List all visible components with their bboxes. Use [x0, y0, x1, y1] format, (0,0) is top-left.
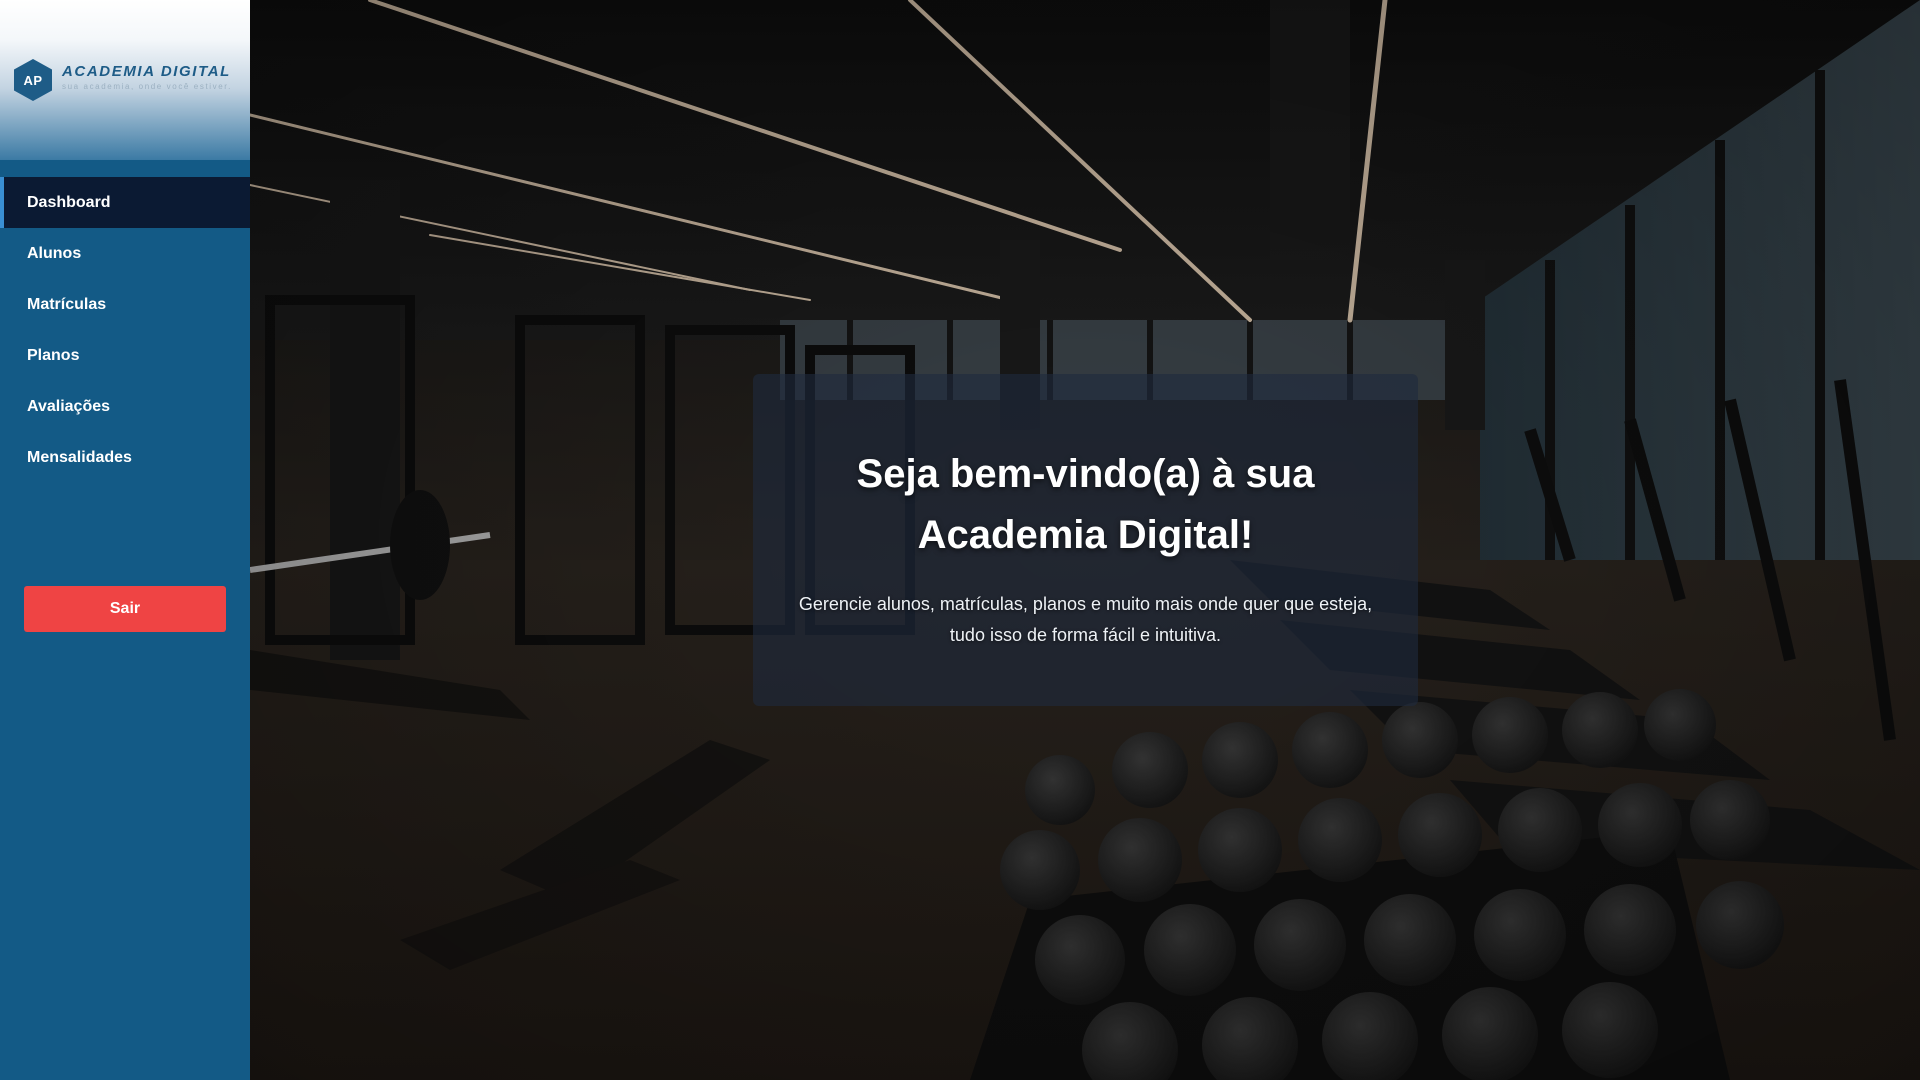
brand-header[interactable]: AP ACADEMIA DIGITAL sua academia, onde v… — [0, 0, 250, 160]
welcome-title: Seja bem-vindo(a) à sua Academia Digital… — [856, 452, 1315, 557]
sidebar: AP ACADEMIA DIGITAL sua academia, onde v… — [0, 0, 250, 1080]
welcome-subtitle: Gerencie alunos, matrículas, planos e mu… — [798, 594, 1373, 645]
sidebar-item-avaliacoes[interactable]: Avaliações — [0, 381, 250, 432]
brand-name: ACADEMIA DIGITAL — [62, 63, 231, 80]
sidebar-item-alunos[interactable]: Alunos — [0, 228, 250, 279]
main-content: Seja bem-vindo(a) à sua Academia Digital… — [250, 0, 1920, 1080]
brand-tagline: sua academia, onde você estiver. — [62, 82, 232, 91]
sidebar-item-matriculas[interactable]: Matrículas — [0, 279, 250, 330]
logo-initials: AP — [23, 72, 43, 88]
sidebar-item-dashboard[interactable]: Dashboard — [0, 177, 250, 228]
sidebar-item-planos[interactable]: Planos — [0, 330, 250, 381]
logo-icon: AP — [14, 59, 52, 101]
logout-button[interactable]: Sair — [24, 586, 226, 632]
sidebar-item-mensalidades[interactable]: Mensalidades — [0, 432, 250, 483]
brand-text: ACADEMIA DIGITAL sua academia, onde você… — [62, 63, 232, 91]
sidebar-nav: Dashboard Alunos Matrículas Planos Avali… — [0, 177, 250, 483]
welcome-card: Seja bem-vindo(a) à sua Academia Digital… — [753, 374, 1418, 706]
